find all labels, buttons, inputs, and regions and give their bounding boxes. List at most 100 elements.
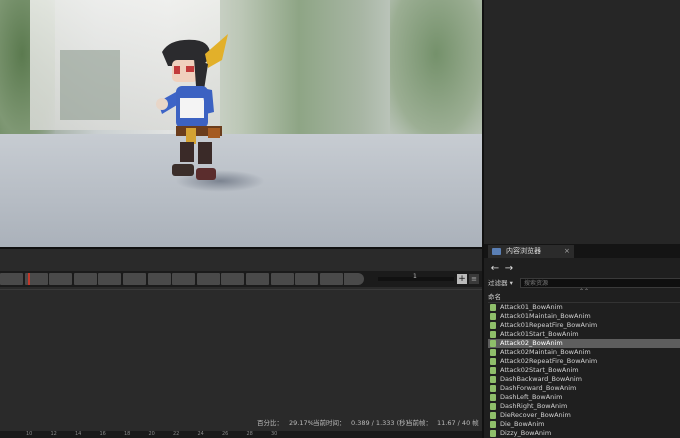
- character-model: [156, 34, 228, 180]
- asset-item[interactable]: Dizzy_BowAnim: [488, 429, 680, 438]
- asset-item[interactable]: Attack01Maintain_BowAnim: [488, 312, 680, 321]
- asset-item[interactable]: Attack02RepeatFire_BowAnim: [488, 357, 680, 366]
- asset-label: Die_BowAnim: [500, 420, 545, 428]
- asset-item[interactable]: Die_BowAnim: [488, 420, 680, 429]
- asset-item[interactable]: Attack02Maintain_BowAnim: [488, 348, 680, 357]
- close-icon[interactable]: ×: [564, 245, 570, 258]
- animation-asset-icon: [490, 430, 496, 437]
- animation-asset-icon: [490, 340, 496, 347]
- asset-label: DashBackward_BowAnim: [500, 375, 582, 383]
- current-frame-label: 当前帧：: [406, 419, 432, 427]
- add-track-button[interactable]: +: [457, 274, 467, 284]
- asset-label: Attack02Start_BowAnim: [500, 366, 579, 374]
- percentage-value: 29.17%: [289, 419, 314, 427]
- track-segments: [0, 273, 366, 285]
- track-segment[interactable]: [73, 273, 97, 285]
- asset-item[interactable]: DieRecover_BowAnim: [488, 411, 680, 420]
- frame-number: 1: [413, 273, 417, 280]
- details-panel: [482, 0, 680, 244]
- track-segment[interactable]: [344, 273, 365, 285]
- ruler-tick-label: 28: [246, 431, 253, 437]
- asset-item[interactable]: DashBackward_BowAnim: [488, 375, 680, 384]
- animation-asset-icon: [490, 403, 496, 410]
- asset-item[interactable]: DashRight_BowAnim: [488, 402, 680, 411]
- percentage-label: 百分比：: [257, 419, 283, 427]
- ruler-tick-label: 16: [99, 431, 106, 437]
- track-menu-button[interactable]: ≡: [469, 274, 479, 284]
- timeline-ruler[interactable]: 10 12 14 16 18 20 22 24 26 28 30: [0, 431, 482, 438]
- ruler-tick-label: 14: [75, 431, 82, 437]
- asset-item[interactable]: Attack01RepeatFire_BowAnim: [488, 321, 680, 330]
- animation-asset-icon: [490, 358, 496, 365]
- track-segment[interactable]: [49, 273, 73, 285]
- ruler-tick-label: 18: [124, 431, 131, 437]
- current-time-value: 0.389 / 1.333 (秒): [351, 419, 409, 427]
- ruler-tick-label: 10: [26, 431, 33, 437]
- current-time-label: 当前时间：: [313, 419, 346, 427]
- asset-label: Attack01Maintain_BowAnim: [500, 312, 591, 320]
- content-browser-panel: 内容浏览器 × ← → 过滤器 ▾ ⌃⌃ 命名 Attack01_BowAnim…: [482, 244, 680, 438]
- asset-label: DashRight_BowAnim: [500, 402, 568, 410]
- track-segment[interactable]: [0, 273, 23, 285]
- ruler-tick-label: 22: [173, 431, 180, 437]
- asset-item[interactable]: DashForward_BowAnim: [488, 384, 680, 393]
- track-segment[interactable]: [245, 273, 269, 285]
- asset-item[interactable]: Attack02_BowAnim: [488, 339, 680, 348]
- asset-item[interactable]: Attack01Start_BowAnim: [488, 330, 680, 339]
- ruler-tick-label: 26: [222, 431, 229, 437]
- playback-status: 百分比： 29.17% 当前时间： 0.389 / 1.333 (秒) 当前帧：…: [0, 418, 482, 429]
- search-input[interactable]: [520, 278, 680, 288]
- tab-content-browser[interactable]: 内容浏览器 ×: [488, 245, 574, 258]
- timeline-panel: 1 + ≡ 百分比： 29.17% 当前时间： 0.389 / 1.333 (秒…: [0, 249, 482, 438]
- asset-label: DashForward_BowAnim: [500, 384, 577, 392]
- current-frame-value: 11.67 / 40 帧: [437, 419, 479, 427]
- asset-item[interactable]: Attack02Start_BowAnim: [488, 366, 680, 375]
- animation-viewport[interactable]: [0, 0, 482, 248]
- forward-arrow-icon[interactable]: →: [502, 262, 516, 276]
- column-header-name[interactable]: 命名: [488, 292, 680, 303]
- track-segment[interactable]: [172, 273, 196, 285]
- asset-label: Attack01_BowAnim: [500, 303, 563, 311]
- background-trees-right: [390, 0, 482, 135]
- track-segment[interactable]: [122, 273, 146, 285]
- filter-button[interactable]: 过滤器 ▾: [488, 277, 513, 289]
- playhead[interactable]: [28, 273, 30, 285]
- animation-asset-icon: [490, 421, 496, 428]
- animation-asset-icon: [490, 412, 496, 419]
- asset-label: Attack02RepeatFire_BowAnim: [500, 357, 598, 365]
- asset-item[interactable]: Attack01_BowAnim: [488, 303, 680, 312]
- asset-label: Attack02_BowAnim: [500, 339, 563, 347]
- animation-asset-icon: [490, 322, 496, 329]
- asset-label: Dizzy_BowAnim: [500, 429, 552, 437]
- ruler-tick-label: 30: [271, 431, 278, 437]
- timeline-track[interactable]: 1 + ≡: [0, 271, 482, 287]
- background-window: [60, 50, 120, 120]
- track-segment[interactable]: [147, 273, 171, 285]
- asset-label: DieRecover_BowAnim: [500, 411, 571, 419]
- ruler-tick-label: 20: [148, 431, 155, 437]
- track-segment[interactable]: [295, 273, 319, 285]
- animation-asset-icon: [490, 376, 496, 383]
- navigation-bar: ← →: [484, 262, 680, 276]
- track-segment[interactable]: [98, 273, 122, 285]
- content-browser-icon: [492, 248, 501, 255]
- panel-tab-bar: 内容浏览器 ×: [484, 244, 680, 258]
- animation-asset-icon: [490, 331, 496, 338]
- asset-label: Attack02Maintain_BowAnim: [500, 348, 591, 356]
- asset-item[interactable]: DashLeft_BowAnim: [488, 393, 680, 402]
- tab-label: 内容浏览器: [506, 247, 541, 255]
- track-segment[interactable]: [319, 273, 343, 285]
- animation-asset-icon: [490, 367, 496, 374]
- ruler-tick-label: 24: [197, 431, 204, 437]
- animation-asset-icon: [490, 304, 496, 311]
- asset-label: Attack01RepeatFire_BowAnim: [500, 321, 598, 329]
- ruler-tick-label: 12: [50, 431, 57, 437]
- back-arrow-icon[interactable]: ←: [488, 262, 502, 276]
- animation-asset-icon: [490, 385, 496, 392]
- track-segment[interactable]: [221, 273, 245, 285]
- track-segment[interactable]: [196, 273, 220, 285]
- asset-label: Attack01Start_BowAnim: [500, 330, 579, 338]
- asset-label: DashLeft_BowAnim: [500, 393, 563, 401]
- animation-asset-icon: [490, 349, 496, 356]
- track-segment[interactable]: [270, 273, 294, 285]
